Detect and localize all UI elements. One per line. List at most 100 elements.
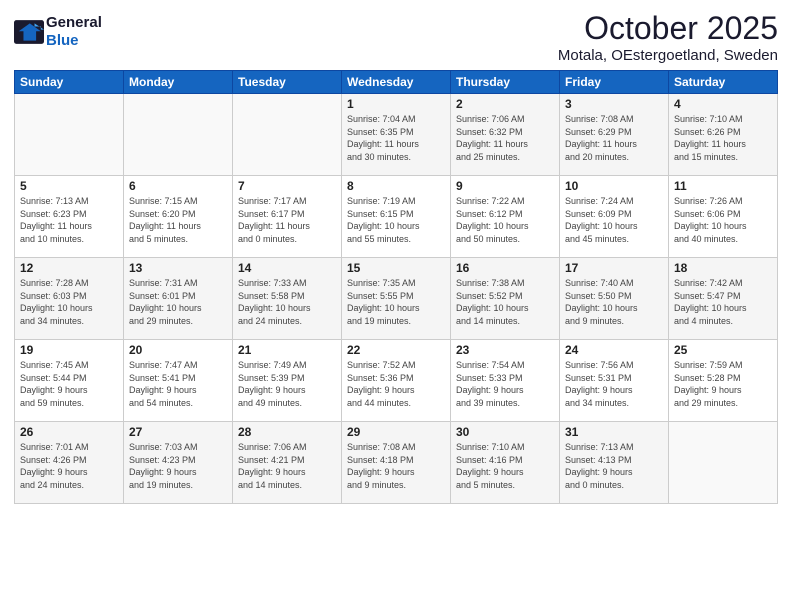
day-number: 21 [238,343,336,357]
day-info: Sunrise: 7:26 AM Sunset: 6:06 PM Dayligh… [674,195,772,245]
day-info: Sunrise: 7:13 AM Sunset: 4:13 PM Dayligh… [565,441,663,491]
day-info: Sunrise: 7:19 AM Sunset: 6:15 PM Dayligh… [347,195,445,245]
calendar-cell: 24 Sunrise: 7:56 AM Sunset: 5:31 PM Dayli… [560,340,669,422]
calendar-cell [233,94,342,176]
day-number: 29 [347,425,445,439]
calendar-cell: 13Sunrise: 7:31 AM Sunset: 6:01 PM Dayli… [124,258,233,340]
day-number: 31 [565,425,663,439]
day-header-monday: Monday [124,71,233,94]
calendar-cell: 10Sunrise: 7:24 AM Sunset: 6:09 PM Dayli… [560,176,669,258]
calendar-header-row: SundayMondayTuesdayWednesdayThursdayFrid… [15,71,778,94]
day-header-friday: Friday [560,71,669,94]
day-number: 9 [456,179,554,193]
calendar-cell: 30 Sunrise: 7:10 AM Sunset: 4:16 PM Dayli… [451,422,560,504]
day-header-wednesday: Wednesday [342,71,451,94]
calendar-cell: 26 Sunrise: 7:01 AM Sunset: 4:26 PM Dayli… [15,422,124,504]
day-info: Sunrise: 7:10 AM Sunset: 6:26 PM Dayligh… [674,113,772,163]
day-info: Sunrise: 7:28 AM Sunset: 6:03 PM Dayligh… [20,277,118,327]
day-number: 10 [565,179,663,193]
day-header-tuesday: Tuesday [233,71,342,94]
calendar-cell: 18 Sunrise: 7:42 AM Sunset: 5:47 PM Dayli… [669,258,778,340]
calendar-cell: 9 Sunrise: 7:22 AM Sunset: 6:12 PM Daylig… [451,176,560,258]
day-info: Sunrise: 7:59 AM Sunset: 5:28 PM Dayligh… [674,359,772,409]
day-info: Sunrise: 7:33 AM Sunset: 5:58 PM Dayligh… [238,277,336,327]
day-info: Sunrise: 7:35 AM Sunset: 5:55 PM Dayligh… [347,277,445,327]
calendar-cell: 21 Sunrise: 7:49 AM Sunset: 5:39 PM Dayli… [233,340,342,422]
day-info: Sunrise: 7:42 AM Sunset: 5:47 PM Dayligh… [674,277,772,327]
calendar-week-1: 1 Sunrise: 7:04 AM Sunset: 6:35 PM Daylig… [15,94,778,176]
day-info: Sunrise: 7:04 AM Sunset: 6:35 PM Dayligh… [347,113,445,163]
calendar-cell: 2 Sunrise: 7:06 AM Sunset: 6:32 PM Daylig… [451,94,560,176]
title-area: October 2025 Motala, OEstergoetland, Swe… [558,10,778,64]
calendar-cell: 22Sunrise: 7:52 AM Sunset: 5:36 PM Dayli… [342,340,451,422]
calendar-cell: 14 Sunrise: 7:33 AM Sunset: 5:58 PM Dayli… [233,258,342,340]
calendar-cell: 28 Sunrise: 7:06 AM Sunset: 4:21 PM Dayli… [233,422,342,504]
logo-icon [14,20,44,44]
day-number: 11 [674,179,772,193]
day-number: 6 [129,179,227,193]
day-number: 28 [238,425,336,439]
logo: General Blue [14,14,102,50]
day-info: Sunrise: 7:54 AM Sunset: 5:33 PM Dayligh… [456,359,554,409]
day-info: Sunrise: 7:56 AM Sunset: 5:31 PM Dayligh… [565,359,663,409]
day-info: Sunrise: 7:06 AM Sunset: 6:32 PM Dayligh… [456,113,554,163]
day-info: Sunrise: 7:40 AM Sunset: 5:50 PM Dayligh… [565,277,663,327]
calendar-cell: 17Sunrise: 7:40 AM Sunset: 5:50 PM Dayli… [560,258,669,340]
calendar-cell: 8 Sunrise: 7:19 AM Sunset: 6:15 PM Daylig… [342,176,451,258]
day-info: Sunrise: 7:31 AM Sunset: 6:01 PM Dayligh… [129,277,227,327]
calendar-cell: 5Sunrise: 7:13 AM Sunset: 6:23 PM Daylig… [15,176,124,258]
day-info: Sunrise: 7:10 AM Sunset: 4:16 PM Dayligh… [456,441,554,491]
calendar-cell: 27Sunrise: 7:03 AM Sunset: 4:23 PM Dayli… [124,422,233,504]
day-number: 2 [456,97,554,111]
day-info: Sunrise: 7:01 AM Sunset: 4:26 PM Dayligh… [20,441,118,491]
calendar-cell: 25 Sunrise: 7:59 AM Sunset: 5:28 PM Dayli… [669,340,778,422]
day-number: 8 [347,179,445,193]
calendar-table: SundayMondayTuesdayWednesdayThursdayFrid… [14,70,778,504]
day-number: 1 [347,97,445,111]
calendar-cell: 3Sunrise: 7:08 AM Sunset: 6:29 PM Daylig… [560,94,669,176]
calendar-cell: 19 Sunrise: 7:45 AM Sunset: 5:44 PM Dayli… [15,340,124,422]
day-number: 18 [674,261,772,275]
day-number: 25 [674,343,772,357]
calendar-cell: 11 Sunrise: 7:26 AM Sunset: 6:06 PM Dayli… [669,176,778,258]
calendar-cell: 7Sunrise: 7:17 AM Sunset: 6:17 PM Daylig… [233,176,342,258]
day-number: 4 [674,97,772,111]
calendar-cell: 23 Sunrise: 7:54 AM Sunset: 5:33 PM Dayli… [451,340,560,422]
day-header-saturday: Saturday [669,71,778,94]
day-info: Sunrise: 7:13 AM Sunset: 6:23 PM Dayligh… [20,195,118,245]
header: General Blue October 2025 Motala, OEster… [14,10,778,64]
day-info: Sunrise: 7:06 AM Sunset: 4:21 PM Dayligh… [238,441,336,491]
calendar-week-2: 5Sunrise: 7:13 AM Sunset: 6:23 PM Daylig… [15,176,778,258]
day-number: 19 [20,343,118,357]
logo-general: General [46,14,102,31]
day-number: 26 [20,425,118,439]
calendar-cell [669,422,778,504]
logo-blue: Blue [46,32,79,49]
calendar-week-5: 26 Sunrise: 7:01 AM Sunset: 4:26 PM Dayli… [15,422,778,504]
calendar-cell: 16Sunrise: 7:38 AM Sunset: 5:52 PM Dayli… [451,258,560,340]
day-number: 15 [347,261,445,275]
day-info: Sunrise: 7:17 AM Sunset: 6:17 PM Dayligh… [238,195,336,245]
day-info: Sunrise: 7:08 AM Sunset: 6:29 PM Dayligh… [565,113,663,163]
calendar-cell: 6 Sunrise: 7:15 AM Sunset: 6:20 PM Daylig… [124,176,233,258]
day-info: Sunrise: 7:49 AM Sunset: 5:39 PM Dayligh… [238,359,336,409]
day-info: Sunrise: 7:15 AM Sunset: 6:20 PM Dayligh… [129,195,227,245]
day-number: 24 [565,343,663,357]
day-info: Sunrise: 7:22 AM Sunset: 6:12 PM Dayligh… [456,195,554,245]
calendar-cell: 31 Sunrise: 7:13 AM Sunset: 4:13 PM Dayli… [560,422,669,504]
day-number: 23 [456,343,554,357]
calendar-cell [124,94,233,176]
calendar-week-3: 12Sunrise: 7:28 AM Sunset: 6:03 PM Dayli… [15,258,778,340]
day-info: Sunrise: 7:45 AM Sunset: 5:44 PM Dayligh… [20,359,118,409]
calendar-cell: 15 Sunrise: 7:35 AM Sunset: 5:55 PM Dayli… [342,258,451,340]
day-header-sunday: Sunday [15,71,124,94]
day-info: Sunrise: 7:47 AM Sunset: 5:41 PM Dayligh… [129,359,227,409]
calendar-cell [15,94,124,176]
calendar-cell: 12Sunrise: 7:28 AM Sunset: 6:03 PM Dayli… [15,258,124,340]
calendar-subtitle: Motala, OEstergoetland, Sweden [558,47,778,64]
day-number: 14 [238,261,336,275]
day-number: 16 [456,261,554,275]
day-number: 30 [456,425,554,439]
day-info: Sunrise: 7:08 AM Sunset: 4:18 PM Dayligh… [347,441,445,491]
calendar-container: General Blue October 2025 Motala, OEster… [0,0,792,612]
